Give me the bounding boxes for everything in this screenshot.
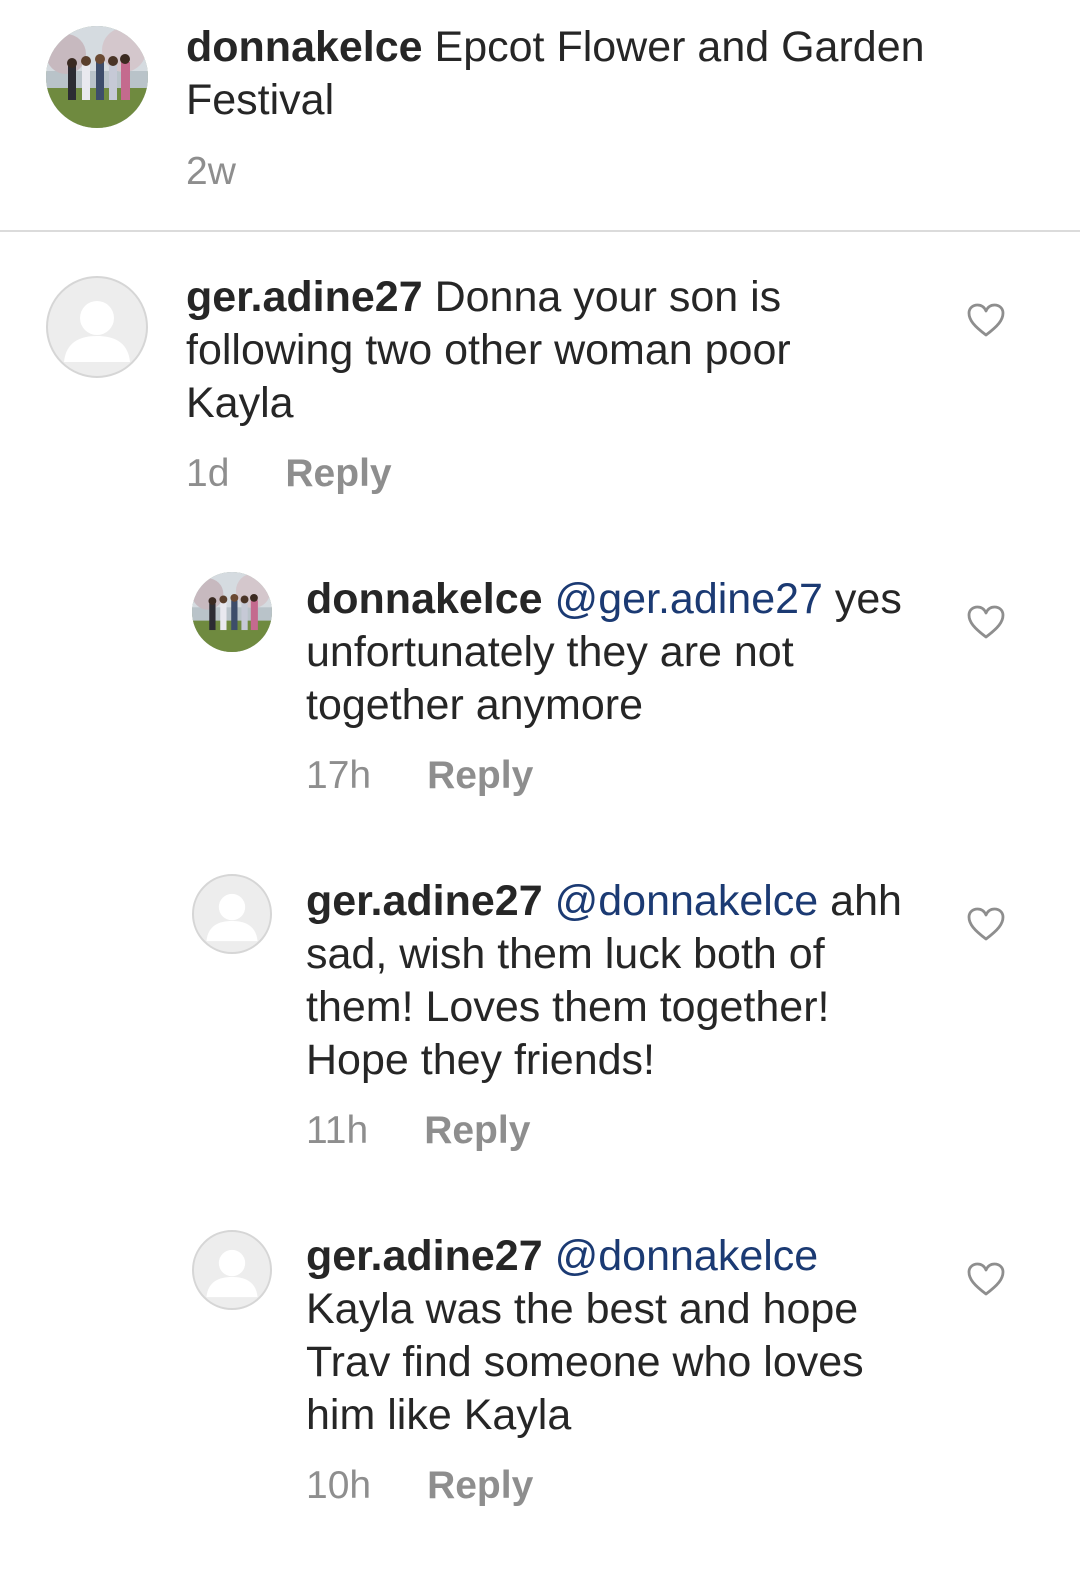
comment-text: ger.adine27 @donnakelce ahh sad, wish th…: [306, 875, 926, 1087]
reply-button[interactable]: Reply: [424, 1109, 530, 1152]
person-silhouette-icon: [206, 893, 258, 942]
person-silhouette-icon: [64, 301, 130, 362]
comment-text: donnakelce @ger.adine27 yes unfortunatel…: [306, 573, 926, 732]
comment-time: 10h: [306, 1464, 372, 1507]
reply-button[interactable]: Reply: [427, 754, 533, 797]
comment-username[interactable]: ger.adine27: [306, 1232, 543, 1280]
comment-author-avatar[interactable]: [192, 874, 272, 954]
comment-text: ger.adine27 Donna your son is following …: [186, 271, 886, 430]
heart-outline-icon[interactable]: [966, 906, 1006, 942]
caption-author-avatar[interactable]: [46, 26, 148, 128]
comment-username[interactable]: ger.adine27: [306, 877, 543, 925]
comment-body: Kayla was the best and hope Trav find so…: [306, 1285, 864, 1439]
reply-button[interactable]: Reply: [285, 452, 391, 495]
caption-meta: 2w: [186, 150, 236, 194]
profile-photo-icon: [46, 26, 148, 128]
comment-author-avatar[interactable]: [192, 1230, 272, 1310]
heart-outline-icon[interactable]: [966, 302, 1006, 338]
comment-time: 1d: [186, 452, 230, 495]
comment-author-avatar[interactable]: [192, 572, 272, 652]
heart-outline-icon[interactable]: [966, 1261, 1006, 1297]
comment-meta: 17h Reply: [306, 754, 533, 798]
comment-mention[interactable]: @donnakelce: [555, 877, 819, 925]
reply-button[interactable]: Reply: [427, 1464, 533, 1507]
comment-mention[interactable]: @donnakelce: [555, 1232, 819, 1280]
comment-time: 17h: [306, 754, 372, 797]
comment-meta: 1d Reply: [186, 452, 392, 496]
profile-photo-icon: [192, 572, 272, 652]
comment-time: 11h: [306, 1109, 369, 1152]
comment-username[interactable]: ger.adine27: [186, 273, 423, 321]
caption-time: 2w: [186, 150, 236, 193]
comment-meta: 11h Reply: [306, 1109, 530, 1153]
caption-username[interactable]: donnakelce: [186, 23, 423, 71]
heart-outline-icon[interactable]: [966, 604, 1006, 640]
comment-meta: 10h Reply: [306, 1464, 533, 1508]
caption-text: donnakelce Epcot Flower and Garden Festi…: [186, 21, 986, 127]
post-caption: donnakelce Epcot Flower and Garden Festi…: [0, 0, 1080, 232]
comment-author-avatar[interactable]: [46, 276, 148, 378]
person-silhouette-icon: [206, 1249, 258, 1298]
comment-mention[interactable]: @ger.adine27: [555, 575, 823, 623]
comment-username[interactable]: donnakelce: [306, 575, 543, 623]
comment-text: ger.adine27 @donnakelce Kayla was the be…: [306, 1230, 926, 1442]
